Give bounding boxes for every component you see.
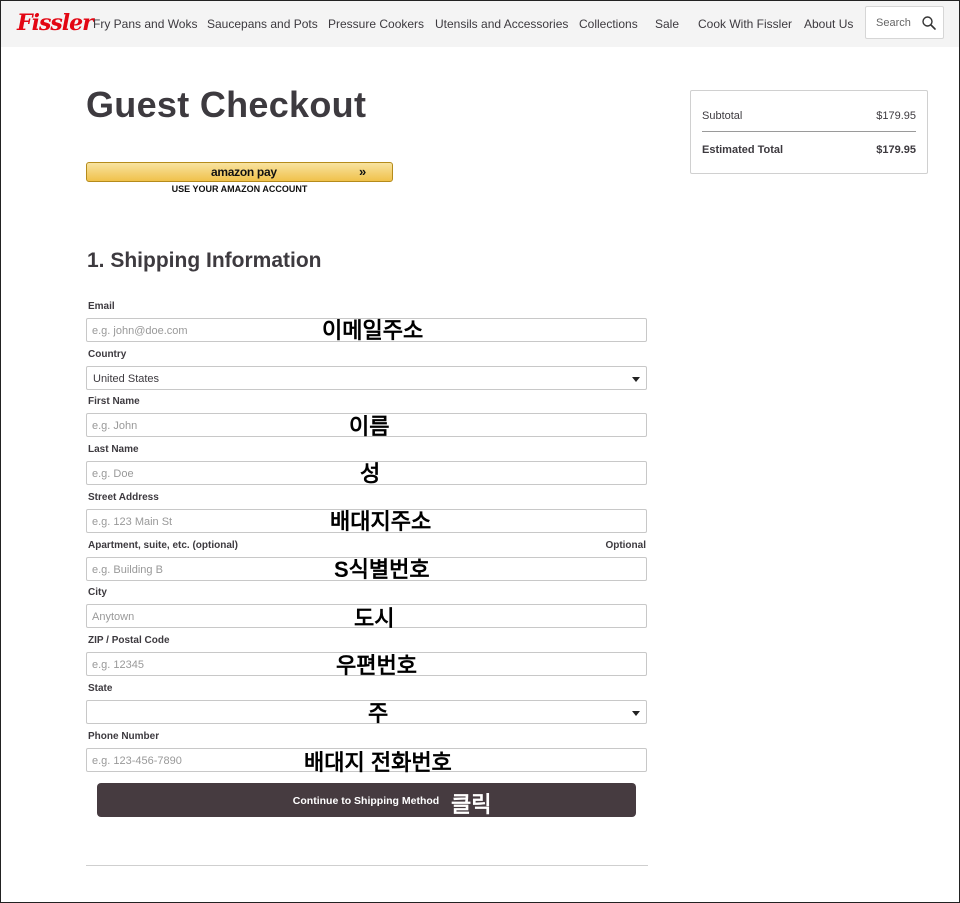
phone-annotation: 배대지 전화번호 xyxy=(304,750,452,775)
nav-saucepans[interactable]: Saucepans and Pots xyxy=(207,17,318,31)
email-annotation: 이메일주소 xyxy=(322,318,424,343)
phone-placeholder: e.g. 123-456-7890 xyxy=(92,755,182,767)
click-annotation: 클릭 xyxy=(451,792,492,817)
first-name-annotation: 이름 xyxy=(349,414,390,439)
zip-placeholder: e.g. 12345 xyxy=(92,659,144,671)
nav-fry-pans[interactable]: Fry Pans and Woks xyxy=(93,17,197,31)
street-address-label: Street Address xyxy=(88,492,159,503)
subtotal-label: Subtotal xyxy=(702,110,743,122)
caret-down-icon xyxy=(632,377,640,382)
nav-collections[interactable]: Collections xyxy=(579,17,638,31)
caret-down-icon xyxy=(632,711,640,716)
first-name-label: First Name xyxy=(88,396,140,407)
top-navigation: Fissler Fry Pans and Woks Saucepans and … xyxy=(1,1,959,47)
phone-label: Phone Number xyxy=(88,731,160,742)
city-placeholder: Anytown xyxy=(92,611,135,623)
last-name-annotation: 성 xyxy=(360,461,381,486)
continue-button-label: Continue to Shipping Method xyxy=(292,795,440,807)
nav-pressure-cookers[interactable]: Pressure Cookers xyxy=(328,17,424,31)
email-label: Email xyxy=(88,301,115,312)
state-select[interactable] xyxy=(86,700,647,724)
nav-about-us[interactable]: About Us xyxy=(804,17,853,31)
city-annotation: 도시 xyxy=(354,606,395,631)
last-name-placeholder: e.g. Doe xyxy=(92,468,134,480)
apartment-placeholder: e.g. Building B xyxy=(92,564,163,576)
country-label: Country xyxy=(88,349,127,360)
country-select[interactable]: United States xyxy=(86,366,647,390)
page-title: Guest Checkout xyxy=(86,84,367,125)
order-summary: Subtotal $179.95 Estimated Total $179.95 xyxy=(690,90,928,174)
estimated-total-row: Estimated Total $179.95 xyxy=(702,144,916,156)
nav-cook-with-fissler[interactable]: Cook With Fissler xyxy=(698,17,792,31)
continue-to-shipping-button[interactable]: Continue to Shipping Method xyxy=(97,783,636,817)
estimated-total-value: $179.95 xyxy=(876,144,916,156)
apartment-annotation: S식별번호 xyxy=(334,557,430,582)
optional-tag: Optional xyxy=(605,540,646,551)
state-annotation: 주 xyxy=(368,701,389,726)
search-box[interactable]: Search xyxy=(865,6,944,39)
amazon-pay-logo: amazon pay xyxy=(211,165,277,179)
zip-label: ZIP / Postal Code xyxy=(88,635,170,646)
first-name-placeholder: e.g. John xyxy=(92,420,138,432)
search-icon[interactable] xyxy=(921,15,937,31)
apartment-label: Apartment, suite, etc. (optional) xyxy=(88,540,239,551)
fissler-logo[interactable]: Fissler xyxy=(17,10,94,36)
email-placeholder: e.g. john@doe.com xyxy=(92,325,188,337)
street-address-placeholder: e.g. 123 Main St xyxy=(92,516,173,528)
estimated-total-label: Estimated Total xyxy=(702,144,784,156)
search-placeholder: Search xyxy=(876,17,911,29)
section-divider xyxy=(86,865,648,866)
shipping-section-title: 1. Shipping Information xyxy=(87,249,322,272)
subtotal-row: Subtotal $179.95 xyxy=(702,110,916,122)
country-value: United States xyxy=(93,373,160,385)
city-label: City xyxy=(88,587,107,598)
state-label: State xyxy=(88,683,113,694)
amazon-pay-subtitle: USE YOUR AMAZON ACCOUNT xyxy=(171,184,308,194)
street-address-annotation: 배대지주소 xyxy=(330,509,432,534)
nav-sale[interactable]: Sale xyxy=(655,17,679,31)
zip-annotation: 우편번호 xyxy=(336,653,417,678)
subtotal-value: $179.95 xyxy=(876,110,916,122)
last-name-label: Last Name xyxy=(88,444,139,455)
double-chevron-icon: » xyxy=(359,164,367,179)
nav-utensils[interactable]: Utensils and Accessories xyxy=(435,17,568,31)
summary-divider xyxy=(702,131,916,132)
amazon-pay-button[interactable]: amazon pay » xyxy=(86,162,393,182)
